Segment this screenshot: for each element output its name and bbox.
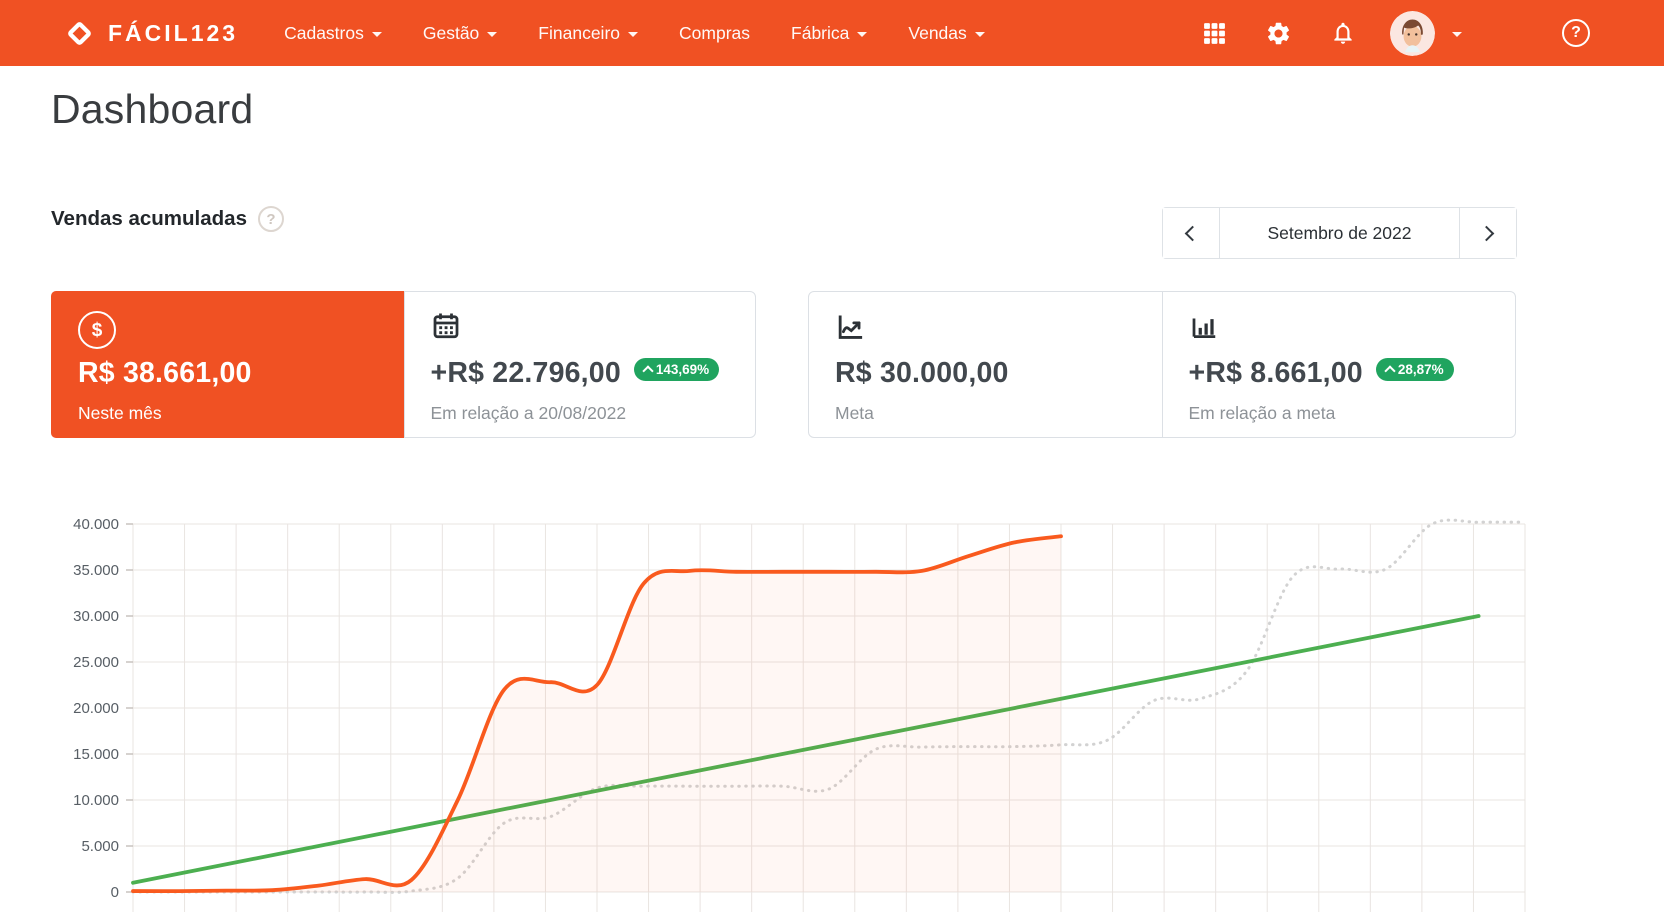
svg-text:15.000: 15.000 [73,746,119,763]
bell-icon [1334,22,1352,44]
grid-icon [1204,22,1225,44]
dashboard-page: FÁCIL123 Cadastros Gestão Financeiro Com… [0,0,1664,912]
nav-gestao[interactable]: Gestão [423,23,498,44]
previous-month-button[interactable] [1163,208,1219,258]
chevron-down-icon [628,32,639,37]
svg-text:35.000: 35.000 [73,562,119,579]
brand-name: FÁCIL123 [108,19,239,46]
topbar-actions [1202,10,1590,56]
current-month-value: R$ 38.661,00 [78,357,252,389]
bar-chart-icon [1192,318,1215,338]
vs-previous-value: +R$ 22.796,00 [430,357,621,389]
question-mark-circle [1562,19,1590,47]
card-vs-goal: +R$ 8.661,00 28,87% Em relação a meta [1161,292,1516,437]
svg-text:30.000: 30.000 [73,608,119,625]
chevron-up-icon [642,365,654,377]
goal-badge: 28,87% [1375,358,1454,381]
brand-logo[interactable]: FÁCIL123 [64,18,238,49]
currency-circle-icon [78,311,116,349]
sales-chart[interactable]: 0 5.000 10.000 15.000 20.000 25.000 30.000 35.0… [0,478,1664,912]
chevron-down-icon [1452,32,1462,37]
user-menu[interactable] [1390,10,1462,56]
calendar-icon [433,313,458,339]
chevron-up-icon [1384,365,1396,377]
svg-text:10.000: 10.000 [73,792,119,809]
vs-goal-value: +R$ 8.661,00 [1188,357,1363,389]
top-navigation-bar: FÁCIL123 Cadastros Gestão Financeiro Com… [0,0,1664,66]
nav-cadastros[interactable]: Cadastros [284,23,382,44]
notifications-bell-icon[interactable] [1330,20,1356,46]
chevron-down-icon [974,32,985,37]
current-month-label: Neste mês [78,403,162,423]
chevron-left-icon [1184,225,1201,241]
chevron-down-icon [487,32,498,37]
settings-gear-icon[interactable] [1265,20,1292,47]
nav-fabrica[interactable]: Fábrica [791,23,868,44]
kpi-cards-goal: R$ 30.000,00 Meta +R$ 8.661,00 28,87% Em… [808,291,1516,438]
help-icon[interactable] [1562,19,1590,47]
vs-previous-label: Em relação a 20/08/2022 [430,403,627,423]
svg-text:40.000: 40.000 [73,516,119,533]
nav-vendas[interactable]: Vendas [908,23,985,44]
avatar-illustration [1390,10,1435,56]
chevron-right-icon [1478,225,1495,241]
facil123-diamond-icon [68,21,91,45]
gear-icon [1267,22,1290,44]
apps-grid-icon[interactable] [1202,21,1227,46]
section-title: Vendas acumuladas [51,207,247,230]
chevron-down-icon [857,32,868,37]
goal-value: R$ 30.000,00 [835,357,1009,389]
nav-compras[interactable]: Compras [679,23,750,44]
card-current-month: R$ 38.661,00 Neste mês [51,291,404,438]
svg-text:5.000: 5.000 [81,838,119,855]
section-header: Vendas acumuladas [51,206,284,232]
chevron-down-icon [371,32,382,37]
section-help-icon[interactable] [257,206,284,232]
period-label[interactable]: Setembro de 2022 [1219,208,1460,258]
line-chart-icon [838,315,863,339]
vs-goal-label: Em relação a meta [1188,403,1336,423]
page-title: Dashboard [51,86,254,132]
next-month-button[interactable] [1460,208,1516,258]
svg-text:20.000: 20.000 [73,700,119,717]
period-selector: Setembro de 2022 [1162,207,1517,259]
svg-text:25.000: 25.000 [73,654,119,671]
kpi-cards-sales: R$ 38.661,00 Neste mês +R$ 22.796,00 [51,291,756,438]
card-goal: R$ 30.000,00 Meta [809,292,1162,437]
card-vs-previous-month: +R$ 22.796,00 143,69% Em relação a 20/08… [403,292,756,437]
nav-financeiro[interactable]: Financeiro [538,23,639,44]
growth-badge: 143,69% [633,358,720,381]
svg-text:0: 0 [111,884,119,901]
user-avatar [1390,10,1435,56]
main-nav: Cadastros Gestão Financeiro Compras Fábr… [284,23,985,44]
goal-label: Meta [835,403,874,423]
